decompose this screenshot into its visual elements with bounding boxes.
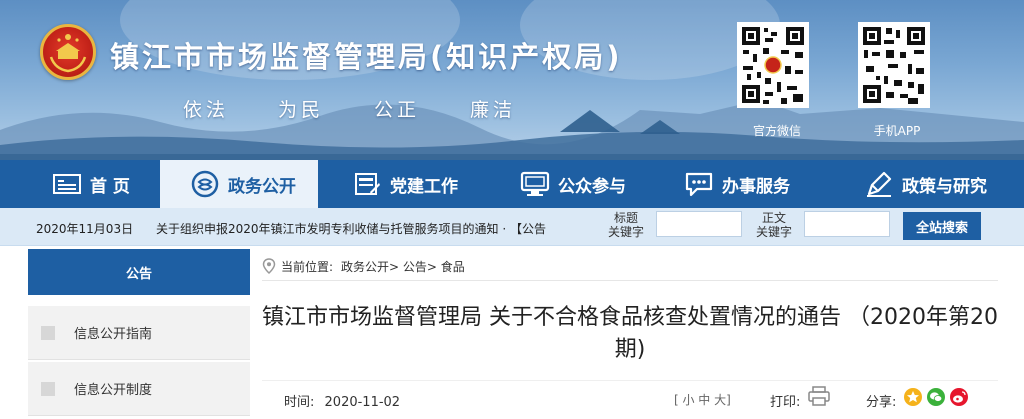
site-title: 镇江市市场监督管理局(知识产权局): [110, 40, 623, 74]
nav-public-participation[interactable]: 公众参与: [484, 160, 650, 208]
app-qr-code[interactable]: [858, 22, 930, 108]
home-icon: [52, 169, 82, 199]
breadcrumb-prefix: 当前位置:: [281, 259, 334, 274]
breadcrumb: 当前位置: 政务公开> 公告> 食品: [262, 257, 465, 275]
nav-government-affairs[interactable]: 政务公开: [160, 160, 318, 208]
nav-public-participation-label: 公众参与: [558, 176, 626, 197]
flag-pen-icon: [352, 169, 382, 199]
speech-bubble-icon: [684, 169, 714, 199]
article-meta-bar: 时间: 2020-11-02 [ 小 中 大] 打印: 分享:: [262, 380, 998, 412]
nav-services[interactable]: 办事服务: [650, 160, 822, 208]
sidebar-heading: 公告: [28, 249, 250, 295]
slogan-for-people: 为民: [278, 99, 325, 121]
site-search-button[interactable]: 全站搜索: [903, 212, 981, 240]
share-weibo-icon[interactable]: [950, 388, 968, 406]
slogan-rule-of-law: 依法: [183, 99, 230, 121]
header-banner: 镇江市市场监督管理局(知识产权局) 依法 为民 公正 廉洁 官方微信 手机APP: [0, 0, 1024, 160]
share-wechat-icon[interactable]: [927, 388, 945, 406]
chat-bubbles-icon: [190, 169, 220, 199]
title-keyword-input[interactable]: [656, 211, 742, 237]
national-emblem-logo: [40, 24, 96, 80]
sidebar-item-label: 信息公开制度: [74, 383, 153, 398]
monitor-icon: [520, 169, 550, 199]
nav-party-building[interactable]: 党建工作: [318, 160, 484, 208]
font-size-control[interactable]: [ 小 中 大]: [674, 391, 731, 408]
sidebar-item-disclosure-guide[interactable]: 信息公开指南: [28, 306, 250, 360]
sidebar-item-label: 信息公开指南: [74, 327, 153, 342]
location-pin-icon: [262, 258, 276, 275]
news-ticker[interactable]: 关于组织申报2020年镇江市发明专利收储与托管服务项目的通知 · 【公告: [156, 220, 596, 237]
body-label-line2: 关键字: [756, 225, 793, 239]
publish-time: 时间: 2020-11-02: [284, 391, 400, 410]
body-label-line1: 正文: [762, 211, 787, 225]
title-keyword-label: 标题 关键字: [608, 211, 644, 239]
slogan-integrity: 廉洁: [470, 99, 517, 121]
breadcrumb-path[interactable]: 政务公开> 公告> 食品: [341, 258, 465, 275]
body-keyword-input[interactable]: [804, 211, 890, 237]
body-keyword-label: 正文 关键字: [756, 211, 792, 239]
nav-home[interactable]: 首 页: [0, 160, 160, 208]
nav-policy-research-label: 政策与研究: [902, 176, 987, 197]
sidebar-item-disclosure-rules[interactable]: 信息公开制度: [28, 362, 250, 416]
title-label-line1: 标题: [614, 211, 639, 225]
printer-icon[interactable]: [808, 386, 830, 406]
publish-time-label: 时间:: [284, 395, 315, 410]
wechat-qr-code[interactable]: [737, 22, 809, 108]
nav-party-building-label: 党建工作: [390, 176, 458, 197]
bullet-square-icon: [41, 325, 55, 340]
wechat-qr-label: 官方微信: [752, 124, 801, 138]
current-date: 2020年11月03日: [36, 222, 134, 236]
app-qr-label: 手机APP: [873, 124, 921, 138]
title-label-line2: 关键字: [608, 225, 645, 239]
article-title: 镇江市市场监督管理局 关于不合格食品核查处置情况的通告 （2020年第20期): [262, 305, 998, 362]
breadcrumb-divider: [262, 280, 998, 281]
bullet-square-icon: [41, 381, 55, 396]
main-nav: 首 页 政务公开 党建工作 公众参与 办事服务 政策与研究: [0, 160, 1024, 208]
nav-services-label: 办事服务: [722, 176, 790, 197]
publish-time-value: 2020-11-02: [324, 395, 401, 410]
nav-government-affairs-label: 政务公开: [228, 176, 296, 197]
nav-home-label: 首 页: [90, 176, 130, 197]
print-label: 打印:: [770, 395, 801, 410]
pen-icon: [864, 169, 894, 199]
share-qzone-icon[interactable]: [904, 388, 922, 406]
slogan-fairness: 公正: [374, 99, 421, 121]
nav-policy-research[interactable]: 政策与研究: [822, 160, 1024, 208]
share-label: 分享:: [866, 395, 897, 410]
